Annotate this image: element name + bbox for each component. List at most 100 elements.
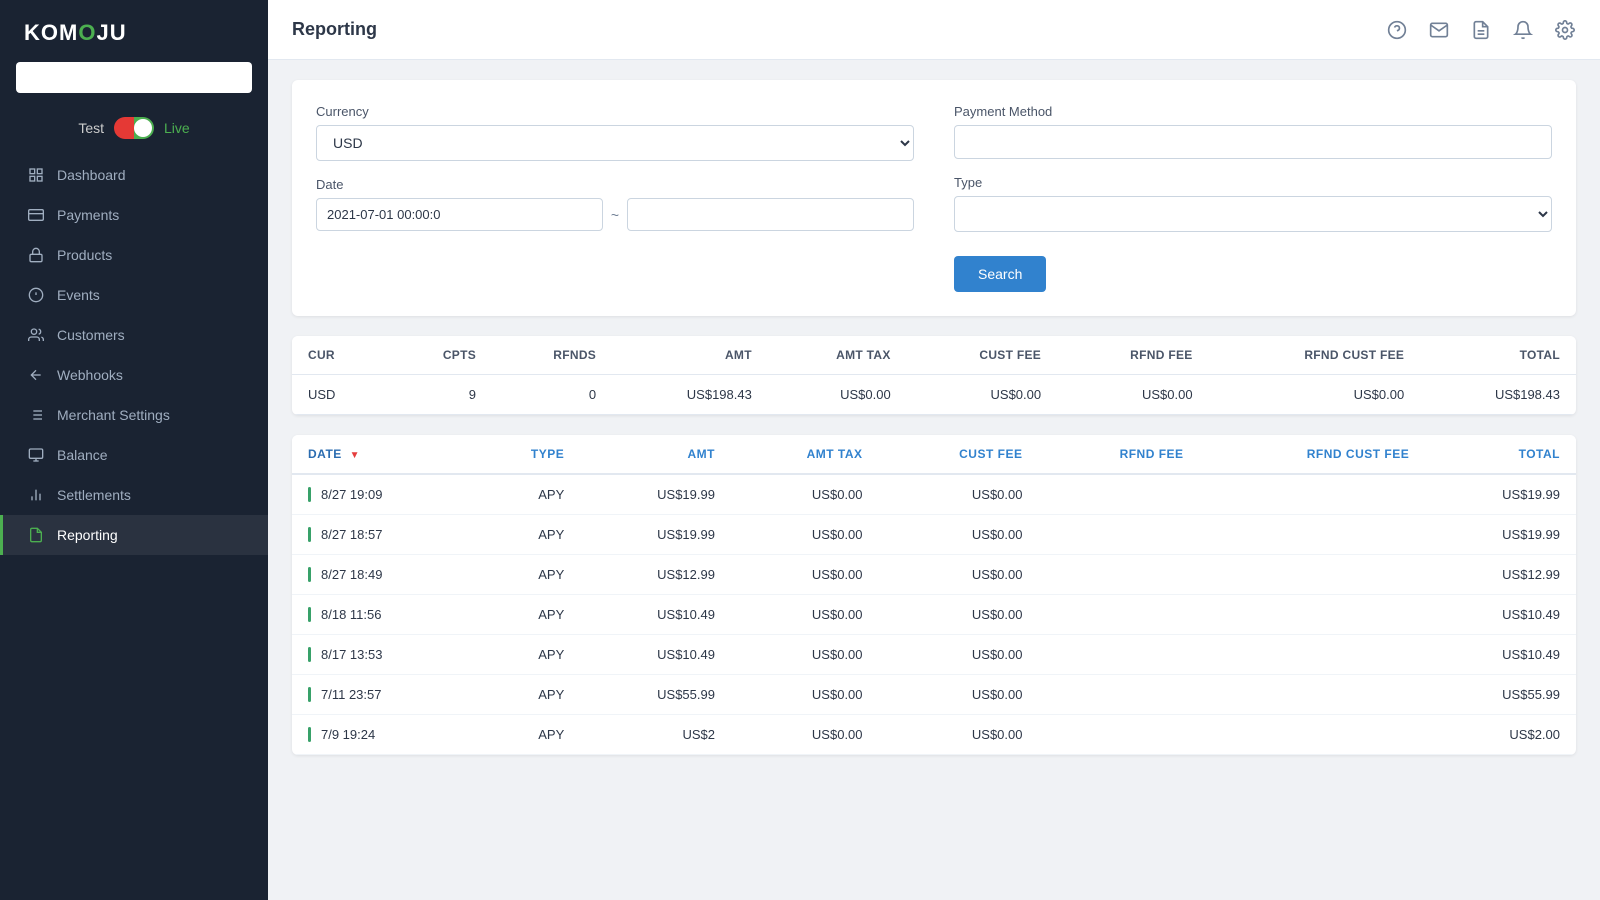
sidebar-item-events-label: Events bbox=[57, 287, 100, 303]
detail-header-row: DATE ▼ TYPE AMT AMT TAX CUST FEE RFND FE… bbox=[292, 435, 1576, 474]
table-row[interactable]: 8/17 13:53APYUS$10.49US$0.00US$0.00US$10… bbox=[292, 635, 1576, 675]
detail-cell bbox=[1200, 715, 1426, 755]
page-title: Reporting bbox=[292, 19, 377, 40]
sidebar-item-webhooks[interactable]: Webhooks bbox=[0, 355, 268, 395]
summary-col-rfnd-fee: RFND FEE bbox=[1057, 336, 1208, 375]
detail-cell: US$0.00 bbox=[731, 555, 879, 595]
table-row[interactable]: 8/27 19:09APYUS$19.99US$0.00US$0.00US$19… bbox=[292, 474, 1576, 515]
date-from-input[interactable] bbox=[316, 198, 603, 231]
sidebar-item-payments[interactable]: Payments bbox=[0, 195, 268, 235]
detail-cell: US$19.99 bbox=[1425, 474, 1576, 515]
date-label: Date bbox=[316, 177, 914, 192]
detail-cell: US$19.99 bbox=[580, 474, 731, 515]
sidebar-search-input[interactable] bbox=[16, 62, 252, 93]
detail-cell: US$2.00 bbox=[1425, 715, 1576, 755]
sidebar-item-customers[interactable]: Customers bbox=[0, 315, 268, 355]
green-indicator-bar bbox=[308, 607, 311, 622]
currency-group: Currency USD EUR JPY GBP bbox=[316, 104, 914, 161]
sidebar-item-dashboard[interactable]: Dashboard bbox=[0, 155, 268, 195]
sidebar-item-settlements[interactable]: Settlements bbox=[0, 475, 268, 515]
notes-icon[interactable] bbox=[1470, 19, 1492, 41]
green-indicator-bar bbox=[308, 527, 311, 542]
detail-col-amt-tax[interactable]: AMT TAX bbox=[731, 435, 879, 474]
table-row[interactable]: 8/18 11:56APYUS$10.49US$0.00US$0.00US$10… bbox=[292, 595, 1576, 635]
gear-icon[interactable] bbox=[1554, 19, 1576, 41]
logo-accent: O bbox=[78, 20, 96, 45]
detail-cell bbox=[1200, 675, 1426, 715]
detail-col-rfnd-cust-fee[interactable]: RFND CUST FEE bbox=[1200, 435, 1426, 474]
lock-icon bbox=[27, 246, 45, 264]
summary-table: CUR CPTS RFNDS AMT AMT TAX CUST FEE RFND… bbox=[292, 336, 1576, 415]
detail-cell: US$0.00 bbox=[731, 515, 879, 555]
topbar-icons bbox=[1386, 19, 1576, 41]
payment-method-input[interactable] bbox=[954, 125, 1552, 159]
detail-cell bbox=[1200, 635, 1426, 675]
help-icon[interactable] bbox=[1386, 19, 1408, 41]
detail-cell: US$10.49 bbox=[580, 635, 731, 675]
detail-col-total[interactable]: TOTAL bbox=[1425, 435, 1576, 474]
detail-cell-date: 8/27 18:49 bbox=[292, 555, 471, 595]
detail-cell-date: 8/27 18:57 bbox=[292, 515, 471, 555]
summary-header-row: CUR CPTS RFNDS AMT AMT TAX CUST FEE RFND… bbox=[292, 336, 1576, 375]
green-indicator-bar bbox=[308, 647, 311, 662]
table-row[interactable]: 7/11 23:57APYUS$55.99US$0.00US$0.00US$55… bbox=[292, 675, 1576, 715]
detail-col-amt[interactable]: AMT bbox=[580, 435, 731, 474]
sidebar-item-balance[interactable]: Balance bbox=[0, 435, 268, 475]
filter-left: Currency USD EUR JPY GBP Date ~ bbox=[316, 104, 914, 292]
env-live-label: Live bbox=[164, 120, 190, 136]
sidebar-item-merchant-settings[interactable]: Merchant Settings bbox=[0, 395, 268, 435]
detail-cell: US$0.00 bbox=[731, 595, 879, 635]
mail-icon[interactable] bbox=[1428, 19, 1450, 41]
detail-cell: US$0.00 bbox=[879, 555, 1039, 595]
date-value: 8/17 13:53 bbox=[321, 647, 382, 662]
sidebar: KOMOJU Test Live Dashboard Payments Prod bbox=[0, 0, 268, 900]
sidebar-item-products[interactable]: Products bbox=[0, 235, 268, 275]
table-row[interactable]: 7/9 19:24APYUS$2US$0.00US$0.00US$2.00 bbox=[292, 715, 1576, 755]
bell-icon[interactable] bbox=[1512, 19, 1534, 41]
date-value: 8/27 19:09 bbox=[321, 487, 382, 502]
date-value: 8/27 18:49 bbox=[321, 567, 382, 582]
env-toggle-switch[interactable] bbox=[114, 117, 154, 139]
detail-col-type[interactable]: TYPE bbox=[471, 435, 581, 474]
detail-cell bbox=[1200, 515, 1426, 555]
detail-col-rfnd-fee[interactable]: RFND FEE bbox=[1038, 435, 1199, 474]
summary-col-amt-tax: AMT TAX bbox=[768, 336, 907, 375]
green-indicator-bar bbox=[308, 687, 311, 702]
summary-cell: US$0.00 bbox=[768, 375, 907, 415]
logo-text: KOMOJU bbox=[24, 20, 127, 45]
sidebar-item-events[interactable]: Events bbox=[0, 275, 268, 315]
detail-col-cust-fee[interactable]: CUST FEE bbox=[879, 435, 1039, 474]
table-row[interactable]: 8/27 18:49APYUS$12.99US$0.00US$0.00US$12… bbox=[292, 555, 1576, 595]
sidebar-item-reporting-label: Reporting bbox=[57, 527, 118, 543]
detail-cell bbox=[1200, 474, 1426, 515]
webhook-icon bbox=[27, 366, 45, 384]
summary-cell: 0 bbox=[492, 375, 612, 415]
sidebar-item-reporting[interactable]: Reporting bbox=[0, 515, 268, 555]
detail-cell-date: 8/17 13:53 bbox=[292, 635, 471, 675]
detail-cell bbox=[1038, 635, 1199, 675]
sidebar-item-dashboard-label: Dashboard bbox=[57, 167, 126, 183]
summary-cell: US$0.00 bbox=[1209, 375, 1421, 415]
summary-row: USD90US$198.43US$0.00US$0.00US$0.00US$0.… bbox=[292, 375, 1576, 415]
reporting-icon bbox=[27, 526, 45, 544]
detail-col-date[interactable]: DATE ▼ bbox=[292, 435, 471, 474]
detail-cell: US$0.00 bbox=[879, 635, 1039, 675]
summary-body: USD90US$198.43US$0.00US$0.00US$0.00US$0.… bbox=[292, 375, 1576, 415]
currency-select[interactable]: USD EUR JPY GBP bbox=[316, 125, 914, 161]
detail-cell: APY bbox=[471, 515, 581, 555]
sidebar-item-customers-label: Customers bbox=[57, 327, 125, 343]
type-label: Type bbox=[954, 175, 1552, 190]
type-select[interactable] bbox=[954, 196, 1552, 232]
summary-cell: US$0.00 bbox=[907, 375, 1057, 415]
detail-cell-date: 8/18 11:56 bbox=[292, 595, 471, 635]
date-to-input[interactable] bbox=[627, 198, 914, 231]
summary-col-rfnd-cust-fee: RFND CUST FEE bbox=[1209, 336, 1421, 375]
table-row[interactable]: 8/27 18:57APYUS$19.99US$0.00US$0.00US$19… bbox=[292, 515, 1576, 555]
sidebar-item-webhooks-label: Webhooks bbox=[57, 367, 123, 383]
summary-col-cpts: CPTS bbox=[387, 336, 492, 375]
creditcard-icon bbox=[27, 206, 45, 224]
sidebar-item-payments-label: Payments bbox=[57, 207, 119, 223]
detail-cell: APY bbox=[471, 675, 581, 715]
search-button[interactable]: Search bbox=[954, 256, 1046, 292]
detail-cell: US$0.00 bbox=[879, 715, 1039, 755]
